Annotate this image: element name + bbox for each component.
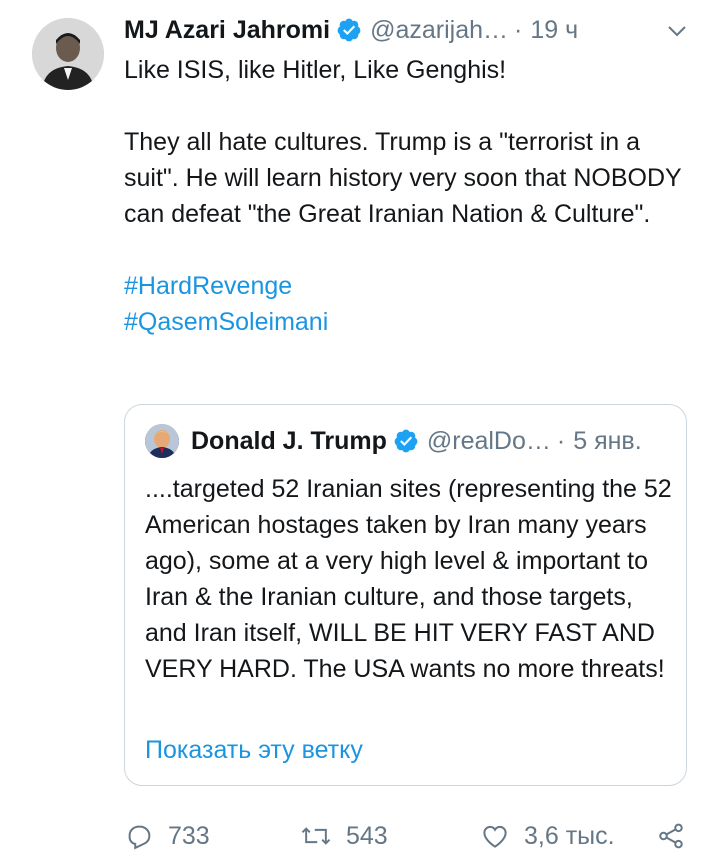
verified-badge-icon: [337, 18, 361, 42]
tweet-line: Like ISIS, like Hitler, Like Genghis!: [124, 56, 507, 84]
author-name[interactable]: MJ Azari Jahromi: [124, 16, 330, 45]
quoted-text: ....targeted 52 Iranian sites (represent…: [145, 475, 672, 683]
hashtag-link[interactable]: #HardRevenge: [124, 268, 694, 304]
reply-button[interactable]: 733: [124, 816, 210, 856]
like-count: 3,6 тыс.: [524, 821, 615, 850]
chevron-down-icon[interactable]: [666, 20, 688, 42]
quoted-time: 5 янв.: [573, 426, 642, 455]
show-thread-link[interactable]: Показать эту ветку: [145, 732, 363, 768]
author-handle[interactable]: @azarijah…: [370, 16, 508, 45]
quoted-author-name: Donald J. Trump: [191, 426, 387, 455]
quoted-avatar: [145, 424, 179, 458]
avatar[interactable]: [32, 18, 104, 90]
tweet-time[interactable]: 19 ч: [530, 16, 578, 45]
quoted-tweet[interactable]: Donald J. Trump @realDo… · 5 янв. ....ta…: [124, 404, 687, 786]
share-button[interactable]: [656, 816, 700, 856]
like-button[interactable]: 3,6 тыс.: [480, 816, 615, 856]
tweet-text: Like ISIS, like Hitler, Like Genghis! Th…: [124, 52, 694, 340]
retweet-button[interactable]: 543: [300, 816, 388, 856]
reply-count: 733: [168, 821, 210, 850]
quoted-author-handle: @realDo…: [426, 426, 551, 455]
hashtag-link[interactable]: #QasemSoleimani: [124, 304, 694, 340]
tweet-line: They all hate cultures. Trump is a "terr…: [124, 128, 682, 228]
action-bar: 733 543 3,6 тыс.: [124, 816, 694, 856]
separator-dot: ·: [556, 426, 566, 455]
retweet-icon: [301, 827, 331, 845]
retweet-count: 543: [346, 821, 388, 850]
verified-badge-icon: [394, 429, 418, 453]
tweet-header: MJ Azari Jahromi @azarijah… · 19 ч: [124, 12, 696, 48]
reply-icon: [128, 825, 151, 850]
heart-icon: [483, 825, 507, 848]
separator-dot: ·: [514, 15, 523, 44]
share-icon: [659, 823, 683, 849]
quoted-header: Donald J. Trump @realDo… · 5 янв.: [191, 421, 668, 461]
